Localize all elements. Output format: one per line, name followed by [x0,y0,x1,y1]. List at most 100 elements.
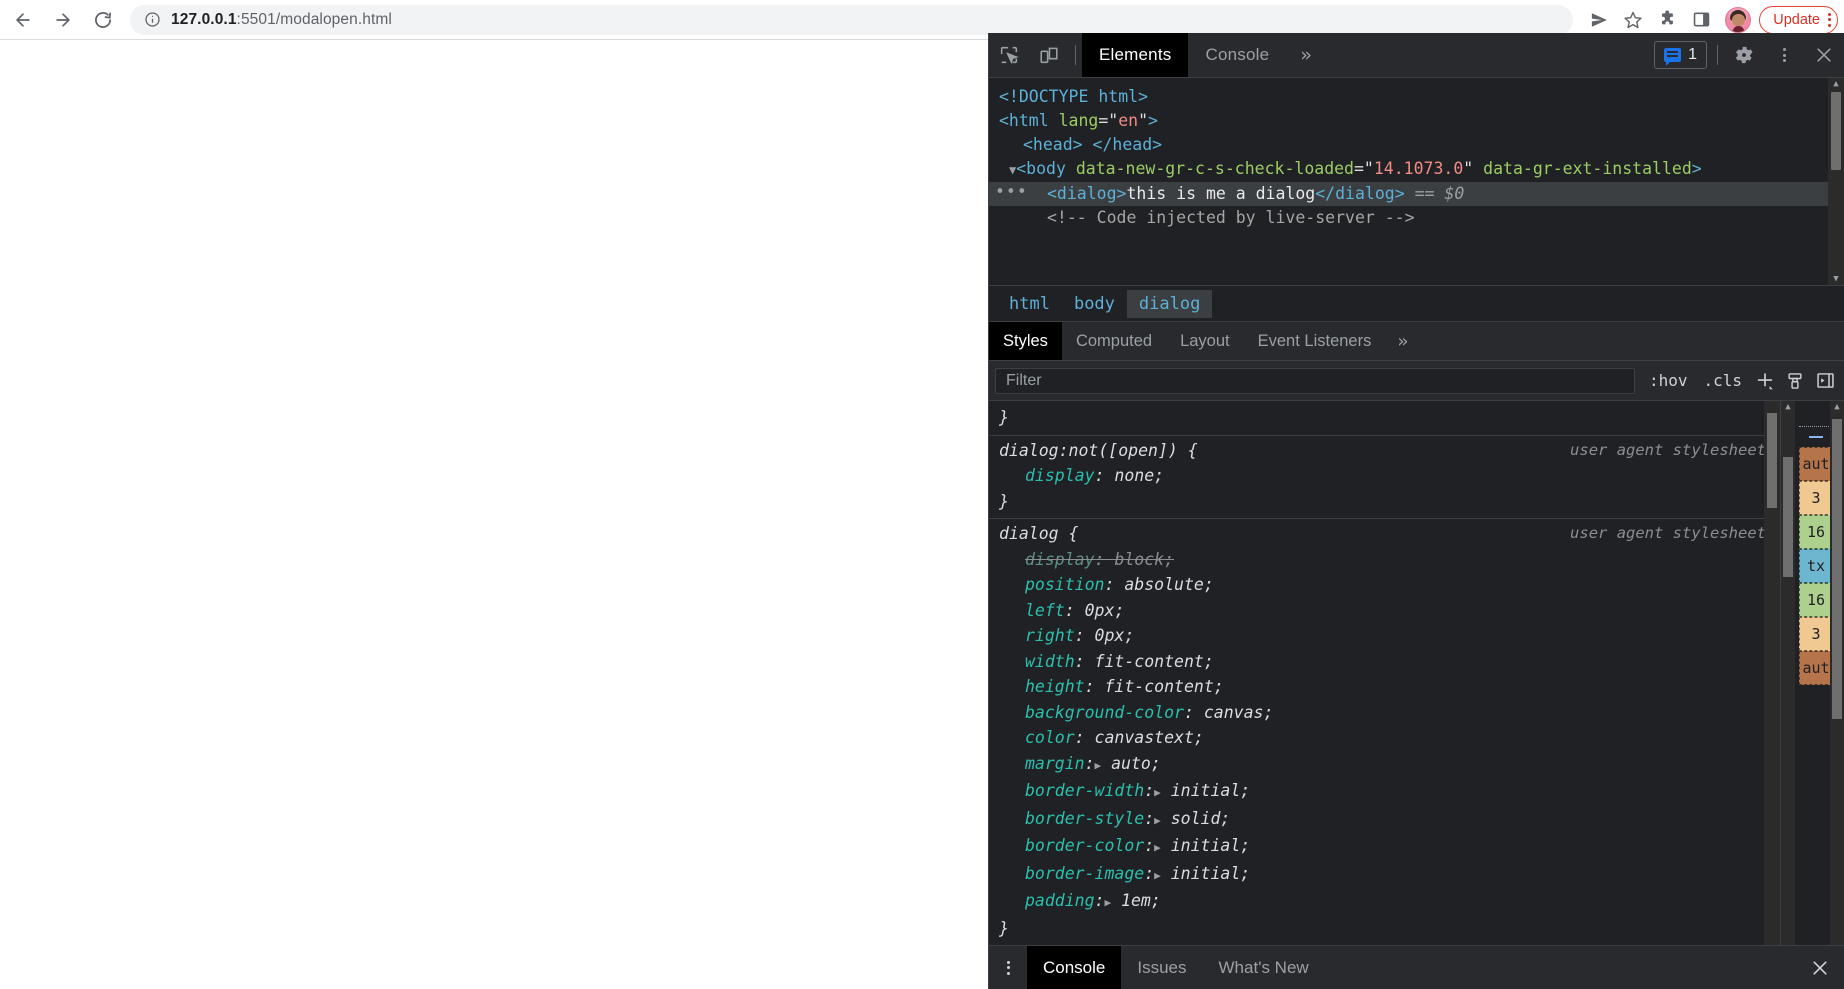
css-prop[interactable]: border-image [1025,864,1144,883]
css-value[interactable]: absolute [1124,575,1203,594]
kebab-menu-icon[interactable] [1764,33,1804,77]
css-declaration[interactable]: position: absolute; [989,572,1780,598]
dom-line-html[interactable]: <html lang="en"> [989,109,1844,133]
styles-scrollbar[interactable] [1764,401,1780,945]
css-declaration[interactable]: background-color: canvas; [989,700,1780,726]
tab-styles[interactable]: Styles [989,322,1062,360]
box-model-left-scrollbar[interactable]: ▲ [1781,401,1795,945]
css-declaration[interactable]: margin:▶ auto; [989,751,1780,779]
css-value[interactable]: auto [1111,754,1151,773]
toggle-sidebar-icon[interactable] [1810,370,1840,391]
sidepanel-icon[interactable] [1685,4,1717,36]
plus-icon[interactable] [1750,370,1780,392]
box-model-diagram[interactable]: aut 3 16 tx 16 3 aut [1799,401,1833,685]
address-bar[interactable]: 127.0.0.1:5501/modalopen.html [130,4,1574,35]
info-circle-icon[interactable] [144,11,161,28]
css-prop[interactable]: background-color [1025,703,1184,722]
filter-input[interactable]: Filter [995,367,1635,394]
browser-menu-icon[interactable] [1828,12,1831,27]
dom-line-doctype[interactable]: <!DOCTYPE html> [989,85,1844,109]
scroll-thumb[interactable] [1783,457,1793,577]
css-prop[interactable]: margin [1025,754,1085,773]
css-prop[interactable]: right [1025,626,1075,645]
css-declaration[interactable]: display: block; [989,547,1780,573]
css-value[interactable]: initial [1171,864,1241,883]
css-declaration[interactable]: color: canvastext; [989,725,1780,751]
tab-layout[interactable]: Layout [1166,322,1244,360]
scroll-thumb[interactable] [1831,92,1841,170]
css-declaration[interactable]: padding:▶ 1em; [989,888,1780,916]
box-model-border-top[interactable]: 3 [1799,481,1833,515]
scroll-thumb[interactable] [1832,419,1842,719]
css-value[interactable]: 0px [1095,626,1125,645]
star-icon[interactable] [1617,4,1649,36]
share-icon[interactable] [1583,4,1615,36]
css-declaration[interactable]: height: fit-content; [989,674,1780,700]
box-model-strip[interactable]: ▲ aut 3 16 tx 16 3 aut ▲ [1780,401,1844,945]
box-model-border-bottom[interactable]: 3 [1799,617,1833,651]
drawer-tab-console[interactable]: Console [1027,946,1122,989]
update-button[interactable]: Update [1759,5,1838,34]
breadcrumb-item-html[interactable]: html [997,290,1062,318]
forward-arrow-icon[interactable] [46,3,80,37]
reload-icon[interactable] [86,3,120,37]
expand-shorthand-icon[interactable]: ▶ [1154,786,1161,799]
drawer-tab-whats-new[interactable]: What's New [1203,946,1325,989]
css-prop[interactable]: display [1025,466,1095,485]
scroll-up-arrow-icon[interactable]: ▲ [1833,78,1838,90]
css-prop[interactable]: border-width [1025,781,1144,800]
box-model-margin-bottom[interactable]: aut [1799,651,1833,685]
box-model-content[interactable]: tx [1799,549,1833,583]
css-rule-truncated[interactable]: } [989,403,1780,436]
close-icon[interactable] [1804,33,1844,77]
css-declaration[interactable]: left: 0px; [989,598,1780,624]
css-prop[interactable]: color [1025,728,1075,747]
message-count-badge[interactable]: 1 [1654,41,1707,69]
css-declaration[interactable]: display: none; [989,463,1780,489]
css-declaration[interactable]: border-width:▶ initial; [989,778,1780,806]
scroll-down-arrow-icon[interactable]: ▼ [1833,273,1838,285]
more-styles-tabs-icon[interactable]: » [1385,322,1420,360]
css-rules-list[interactable]: } dialog:not([open]) { user agent styles… [989,401,1780,945]
dom-line-dialog[interactable]: ••• <dialog>this is me a dialog</dialog> … [989,182,1844,206]
more-tabs-icon[interactable]: » [1286,33,1325,77]
dom-tree[interactable]: <!DOCTYPE html> <html lang="en"> <head> … [989,78,1844,286]
css-prop[interactable]: padding [1025,891,1095,910]
css-prop[interactable]: display [1025,550,1095,569]
box-model-right-scrollbar[interactable]: ▲ [1830,401,1844,945]
drawer-tab-issues[interactable]: Issues [1121,946,1202,989]
inspect-element-icon[interactable] [989,33,1029,77]
dom-line-body[interactable]: ▼<body data-new-gr-c-s-check-loaded="14.… [989,157,1844,182]
css-rule-dialog-not-open[interactable]: dialog:not([open]) { user agent styleshe… [989,436,1780,519]
gear-icon[interactable] [1724,33,1764,77]
paintbrush-icon[interactable] [1780,371,1810,391]
css-rule-dialog[interactable]: dialog { user agent stylesheet display: … [989,519,1780,945]
css-value[interactable]: initial [1171,781,1241,800]
css-value[interactable]: block [1114,550,1164,569]
css-declaration[interactable]: width: fit-content; [989,649,1780,675]
css-value[interactable]: solid [1171,809,1221,828]
css-declaration[interactable]: right: 0px; [989,623,1780,649]
box-model-padding-top[interactable]: 16 [1799,515,1833,549]
breadcrumb-item-body[interactable]: body [1062,290,1127,318]
css-declaration[interactable]: border-style:▶ solid; [989,806,1780,834]
expand-shorthand-icon[interactable]: ▶ [1154,841,1161,854]
hover-state-button[interactable]: :hov [1641,371,1696,390]
css-declaration[interactable]: border-image:▶ initial; [989,861,1780,889]
css-value[interactable]: initial [1171,836,1241,855]
css-prop[interactable]: width [1025,652,1075,671]
css-value[interactable]: canvas [1204,703,1264,722]
class-button[interactable]: .cls [1695,371,1750,390]
css-value[interactable]: fit-content [1104,677,1213,696]
avatar[interactable] [1725,6,1752,33]
css-prop[interactable]: height [1025,677,1085,696]
scroll-up-arrow-icon[interactable]: ▲ [1781,401,1795,413]
breadcrumb-item-dialog[interactable]: dialog [1126,289,1213,318]
styles-pane[interactable]: } dialog:not([open]) { user agent styles… [989,401,1844,945]
css-value[interactable]: 0px [1085,601,1115,620]
device-toolbar-icon[interactable] [1029,33,1069,77]
extensions-icon[interactable] [1651,4,1683,36]
scroll-up-arrow-icon[interactable]: ▲ [1830,401,1844,413]
css-prop[interactable]: position [1025,575,1104,594]
scroll-thumb[interactable] [1767,413,1777,508]
